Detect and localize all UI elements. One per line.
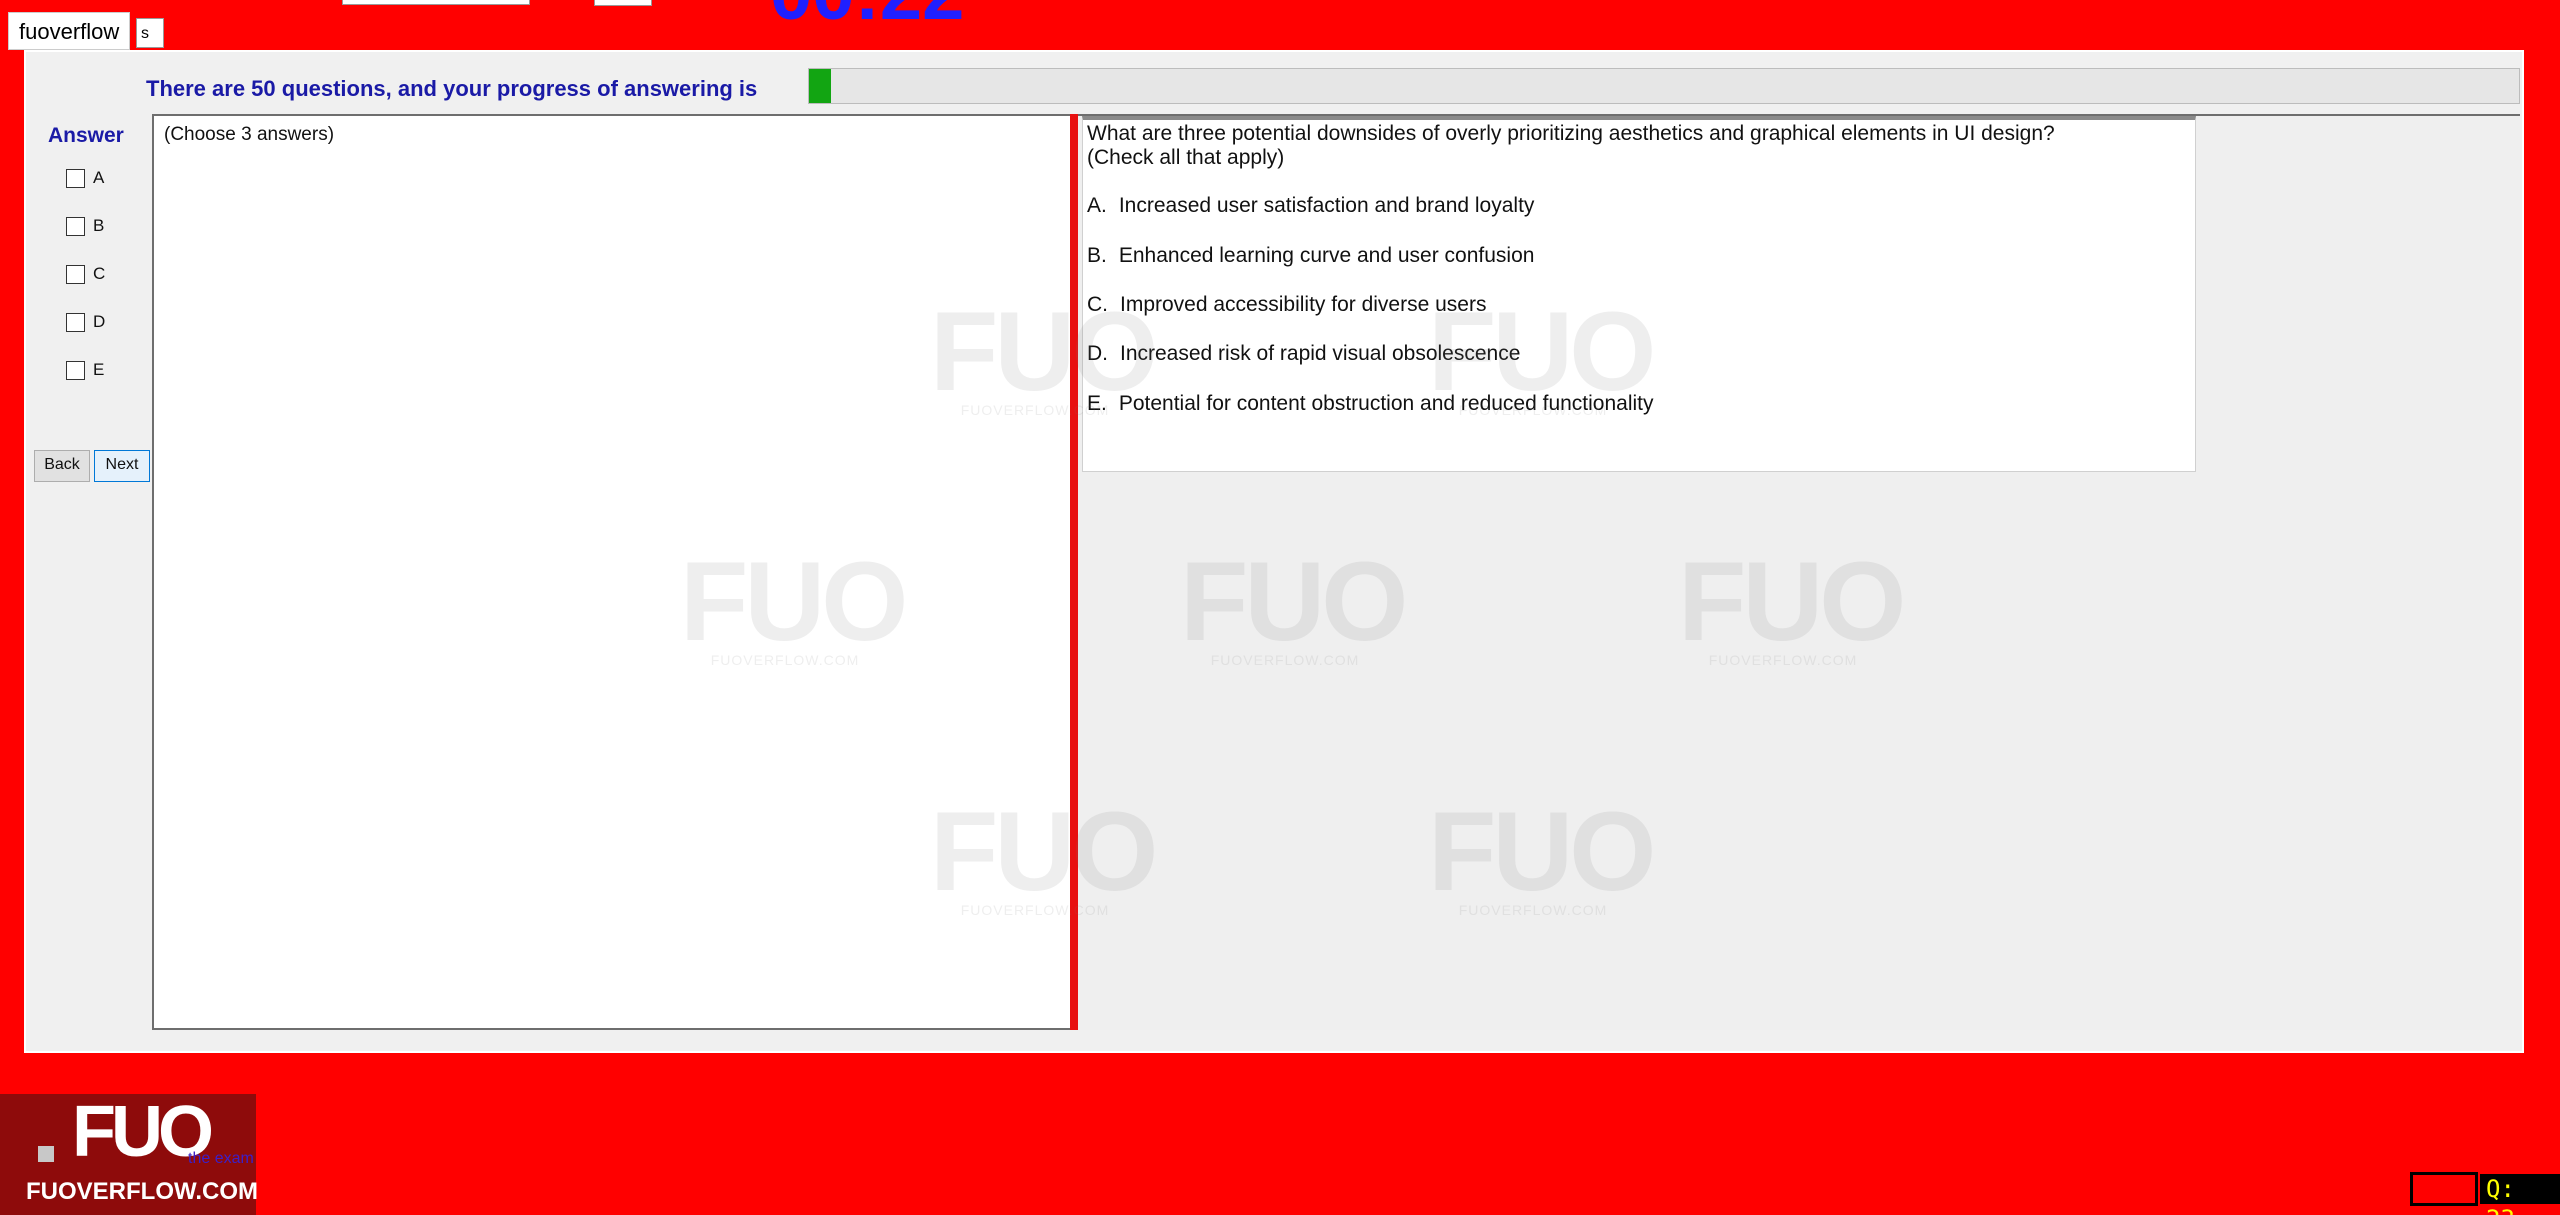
option-letter: B. — [1087, 244, 1107, 267]
answer-option-e[interactable]: E — [66, 358, 104, 382]
option-text: Potential for content obstruction and re… — [1118, 392, 1654, 415]
top-bar: s fuoverflow 00:22 — [0, 0, 2560, 50]
answer-option-c[interactable]: C — [66, 262, 105, 286]
question-panel: What are three potential downsides of ov… — [1078, 114, 2520, 1030]
answer-option-label: B — [93, 216, 105, 235]
answer-option-label: A — [93, 168, 105, 187]
answer-option-b[interactable]: B — [66, 214, 104, 238]
exam-timer: 00:22 — [770, 0, 964, 24]
site-logo: FUO the exam FUOVERFLOW.COM — [0, 1094, 258, 1215]
panel-splitter[interactable] — [1070, 114, 1078, 1030]
option-letter: C. — [1087, 293, 1108, 316]
checkbox-b[interactable] — [66, 216, 85, 236]
top-input-field[interactable] — [342, 0, 530, 5]
answer-option-label: C — [93, 264, 106, 283]
question-option-a: A. Increased user satisfaction and brand… — [1087, 194, 1534, 218]
question-option-c: C. Improved accessibility for diverse us… — [1087, 293, 1486, 317]
question-box: What are three potential downsides of ov… — [1082, 116, 2196, 472]
checkbox-e[interactable] — [66, 360, 85, 380]
option-text: Improved accessibility for diverse users — [1120, 293, 1487, 316]
option-letter: D. — [1087, 342, 1108, 365]
choose-note: (Choose 3 answers) — [164, 124, 335, 145]
finish-checkbox[interactable] — [38, 1146, 54, 1162]
answer-notes-panel[interactable]: (Choose 3 answers) — [152, 114, 1070, 1030]
option-letter: E. — [1087, 392, 1107, 415]
back-button[interactable]: Back — [34, 450, 90, 482]
option-text: Enhanced learning curve and user confusi… — [1118, 244, 1535, 267]
progress-label: There are 50 questions, and your progres… — [146, 76, 758, 101]
question-counter-box: Q: 23 — [2410, 1172, 2560, 1215]
finish-exam-link[interactable]: the exam — [188, 1150, 254, 1168]
answer-option-label: E — [93, 360, 105, 379]
progress-fill — [809, 69, 832, 103]
counter-input[interactable] — [2410, 1172, 2478, 1206]
checkbox-d[interactable] — [66, 312, 85, 332]
checkbox-a[interactable] — [66, 168, 85, 188]
exam-window: There are 50 questions, and your progres… — [24, 50, 2524, 1053]
progress-bar — [808, 68, 2520, 104]
option-letter: A. — [1087, 194, 1107, 217]
answer-option-label: D — [93, 312, 106, 331]
answer-title: Answer — [48, 124, 124, 147]
question-text: What are three potential downsides of ov… — [1087, 122, 2055, 145]
top-small-field[interactable] — [594, 0, 652, 6]
answer-option-a[interactable]: A — [66, 166, 104, 190]
next-button[interactable]: Next — [94, 450, 150, 482]
question-option-e: E. Potential for content obstruction and… — [1087, 392, 1654, 416]
logo-site-name: FUOVERFLOW.COM — [26, 1178, 258, 1205]
question-counter: Q: 23 — [2480, 1174, 2560, 1215]
question-option-d: D. Increased risk of rapid visual obsole… — [1087, 342, 1520, 366]
question-instruction: (Check all that apply) — [1087, 146, 1285, 169]
option-text: Increased risk of rapid visual obsolesce… — [1120, 342, 1521, 365]
option-text: Increased user satisfaction and brand lo… — [1118, 194, 1535, 217]
hidden-tab[interactable]: s — [136, 18, 164, 48]
question-option-b: B. Enhanced learning curve and user conf… — [1087, 244, 1534, 268]
site-tag: fuoverflow — [8, 12, 131, 50]
checkbox-c[interactable] — [66, 264, 85, 284]
answer-option-d[interactable]: D — [66, 310, 105, 334]
